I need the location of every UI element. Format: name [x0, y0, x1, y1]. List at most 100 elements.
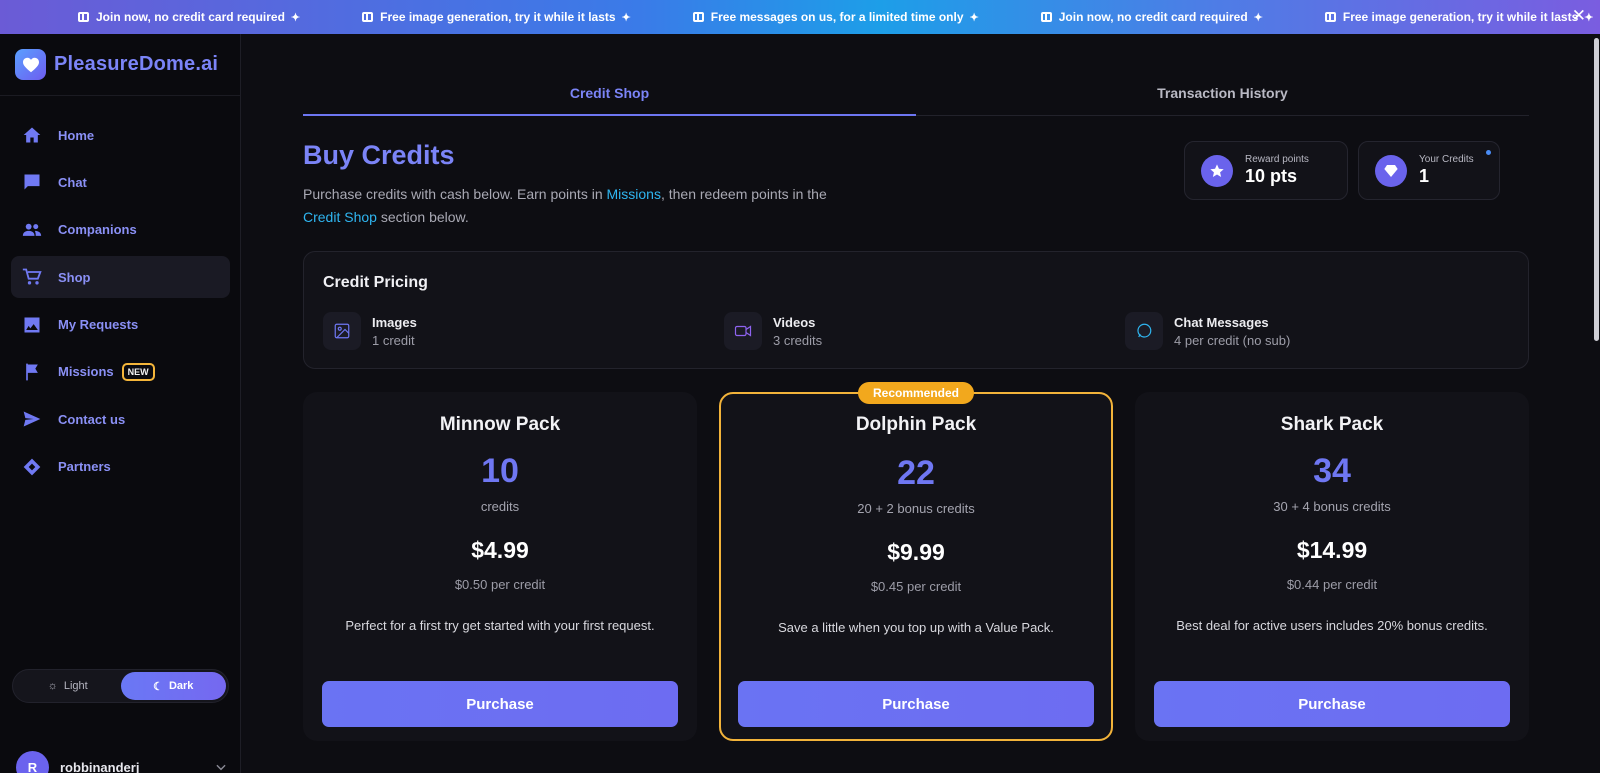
- purchase-button[interactable]: Purchase: [322, 681, 678, 727]
- announcement-text: Free messages on us, for a limited time …: [710, 10, 964, 24]
- cart-icon: [22, 267, 42, 287]
- recommended-badge: Recommended: [857, 382, 975, 404]
- announcement-text: Free image generation, try it while it l…: [380, 10, 616, 24]
- sidebar-item-label: Chat: [58, 174, 87, 190]
- credit-pricing-title: Credit Pricing: [323, 274, 428, 291]
- pricing-item-cost: 3 credits: [773, 332, 823, 348]
- sidebar-item-companions[interactable]: Companions: [11, 209, 230, 251]
- sidebar-item-missions[interactable]: Missions NEW: [11, 351, 230, 393]
- page-subtitle: Purchase credits with cash below. Earn p…: [303, 183, 863, 229]
- sidebar-item-contact-us[interactable]: Contact us: [11, 398, 230, 440]
- sparkle-icon: ✦: [969, 11, 979, 24]
- notification-dot: [1486, 150, 1491, 155]
- pack-card-shark: Shark Pack 34 30 + 4 bonus credits $14.9…: [1135, 392, 1529, 741]
- credit-shop-link[interactable]: Credit Shop: [303, 209, 377, 225]
- theme-toggle: ☼ Light ☾ Dark: [12, 669, 229, 703]
- your-credits-value: 1: [1419, 166, 1430, 186]
- sidebar-nav: Home Chat Companions Shop My Requests Mi…: [11, 114, 230, 493]
- scrollbar[interactable]: [1592, 34, 1600, 773]
- home-icon: [22, 125, 42, 145]
- pack-card-dolphin: Recommended Dolphin Pack 22 20 + 2 bonus…: [719, 382, 1113, 741]
- missions-link[interactable]: Missions: [607, 186, 661, 202]
- tab-credit-shop[interactable]: Credit Shop: [303, 78, 916, 116]
- sidebar-item-label: Contact us: [58, 411, 126, 427]
- sparkle-icon: ✦: [1253, 11, 1263, 24]
- pricing-item-cost: 1 credit: [372, 332, 415, 348]
- sidebar-item-home[interactable]: Home: [11, 114, 230, 156]
- credit-pricing-panel: Credit Pricing Images 1 credit Videos 3 …: [303, 251, 1529, 369]
- sidebar-item-label: Companions: [58, 222, 137, 238]
- reward-points-label: Reward points: [1245, 154, 1309, 165]
- page-title: Buy Credits: [303, 140, 455, 170]
- announcement-text: Join now, no credit card required: [1058, 10, 1248, 24]
- reward-points-card[interactable]: Reward points 10 pts: [1184, 141, 1348, 200]
- announcement-ticker: Join now, no credit card required ✦ Free…: [0, 10, 1600, 24]
- subtitle-text: Purchase credits with cash below. Earn p…: [303, 186, 607, 202]
- sidebar-item-my-requests[interactable]: My Requests: [11, 304, 230, 346]
- purchase-button[interactable]: Purchase: [738, 681, 1094, 727]
- pack-price: $14.99: [1296, 537, 1368, 563]
- image-icon: [323, 312, 361, 350]
- announcement-text: Free image generation, try it while it l…: [1342, 10, 1579, 24]
- pack-description: Best deal for active users includes 20% …: [1176, 618, 1488, 633]
- sidebar-item-label: Missions: [58, 364, 114, 380]
- sidebar-item-shop[interactable]: Shop: [11, 256, 230, 299]
- pack-name: Minnow Pack: [439, 414, 561, 435]
- announcement-item: Free image generation, try it while it l…: [1324, 10, 1594, 24]
- announcement-item: Join now, no credit card required ✦: [1040, 10, 1263, 24]
- pack-price: $9.99: [887, 539, 945, 565]
- main-content: Credit Shop Transaction History Buy Cred…: [242, 34, 1592, 773]
- pack-per-credit: $0.44 per credit: [1286, 577, 1378, 592]
- user-menu[interactable]: R robbinanderj: [16, 750, 228, 773]
- brand[interactable]: PleasureDome.ai: [0, 34, 240, 96]
- sidebar: PleasureDome.ai Home Chat Companions Sho…: [0, 34, 241, 773]
- theme-dark-button[interactable]: ☾ Dark: [120, 672, 226, 700]
- pricing-item-videos: Videos 3 credits: [724, 312, 822, 350]
- pack-credits-sub: 20 + 2 bonus credits: [857, 501, 975, 516]
- gem-icon: [1375, 154, 1407, 187]
- chat-bubble-icon: [22, 172, 42, 192]
- announcement-item: Join now, no credit card required ✦: [78, 10, 300, 24]
- pack-description: Perfect for a first try get started with…: [345, 618, 655, 633]
- sidebar-item-partners[interactable]: Partners: [11, 446, 230, 488]
- pack-per-credit: $0.45 per credit: [870, 579, 962, 594]
- pricing-item-name: Chat Messages: [1174, 314, 1269, 330]
- new-badge: NEW: [121, 362, 155, 381]
- sidebar-item-label: Partners: [58, 459, 111, 475]
- image-icon: [22, 315, 42, 335]
- scrollbar-thumb[interactable]: [1594, 38, 1599, 341]
- announcement-item: Free image generation, try it while it l…: [362, 10, 631, 24]
- theme-dark-label: Dark: [168, 680, 194, 692]
- people-icon: [22, 220, 42, 240]
- sidebar-item-label: My Requests: [58, 317, 139, 333]
- pack-credits: 34: [1313, 452, 1351, 490]
- your-credits-label: Your Credits: [1419, 154, 1474, 165]
- video-icon: [724, 312, 762, 350]
- handshake-icon: [22, 457, 42, 477]
- avatar: R: [16, 750, 49, 773]
- theme-light-button[interactable]: ☼ Light: [15, 672, 121, 700]
- sidebar-item-label: Shop: [58, 269, 91, 285]
- pack-credits-sub: 30 + 4 bonus credits: [1273, 499, 1391, 514]
- pack-name: Dolphin Pack: [855, 414, 977, 435]
- brand-name: PleasureDome.ai: [54, 53, 219, 75]
- heart-icon: [15, 49, 46, 80]
- tab-bar: Credit Shop Transaction History: [303, 78, 1529, 116]
- your-credits-card[interactable]: Your Credits 1: [1358, 141, 1500, 200]
- pack-per-credit: $0.50 per credit: [454, 577, 546, 592]
- purchase-button[interactable]: Purchase: [1154, 681, 1510, 727]
- pricing-item-name: Images: [372, 314, 417, 330]
- announcement-text: Join now, no credit card required: [96, 10, 285, 24]
- sparkle-icon: ✦: [290, 11, 301, 24]
- pack-price: $4.99: [471, 537, 529, 563]
- subtitle-text: section below.: [376, 209, 469, 225]
- tab-transaction-history[interactable]: Transaction History: [916, 78, 1529, 115]
- pack-credits: 22: [897, 454, 935, 492]
- announcement-bar: Join now, no credit card required ✦ Free…: [0, 0, 1600, 34]
- username: robbinanderj: [60, 759, 140, 773]
- theme-light-label: Light: [63, 680, 88, 692]
- pack-name: Shark Pack: [1280, 414, 1384, 435]
- close-icon[interactable]: ✕: [1572, 7, 1586, 25]
- pack-card-minnow: Minnow Pack 10 credits $4.99 $0.50 per c…: [303, 392, 697, 741]
- sidebar-item-chat[interactable]: Chat: [11, 161, 230, 203]
